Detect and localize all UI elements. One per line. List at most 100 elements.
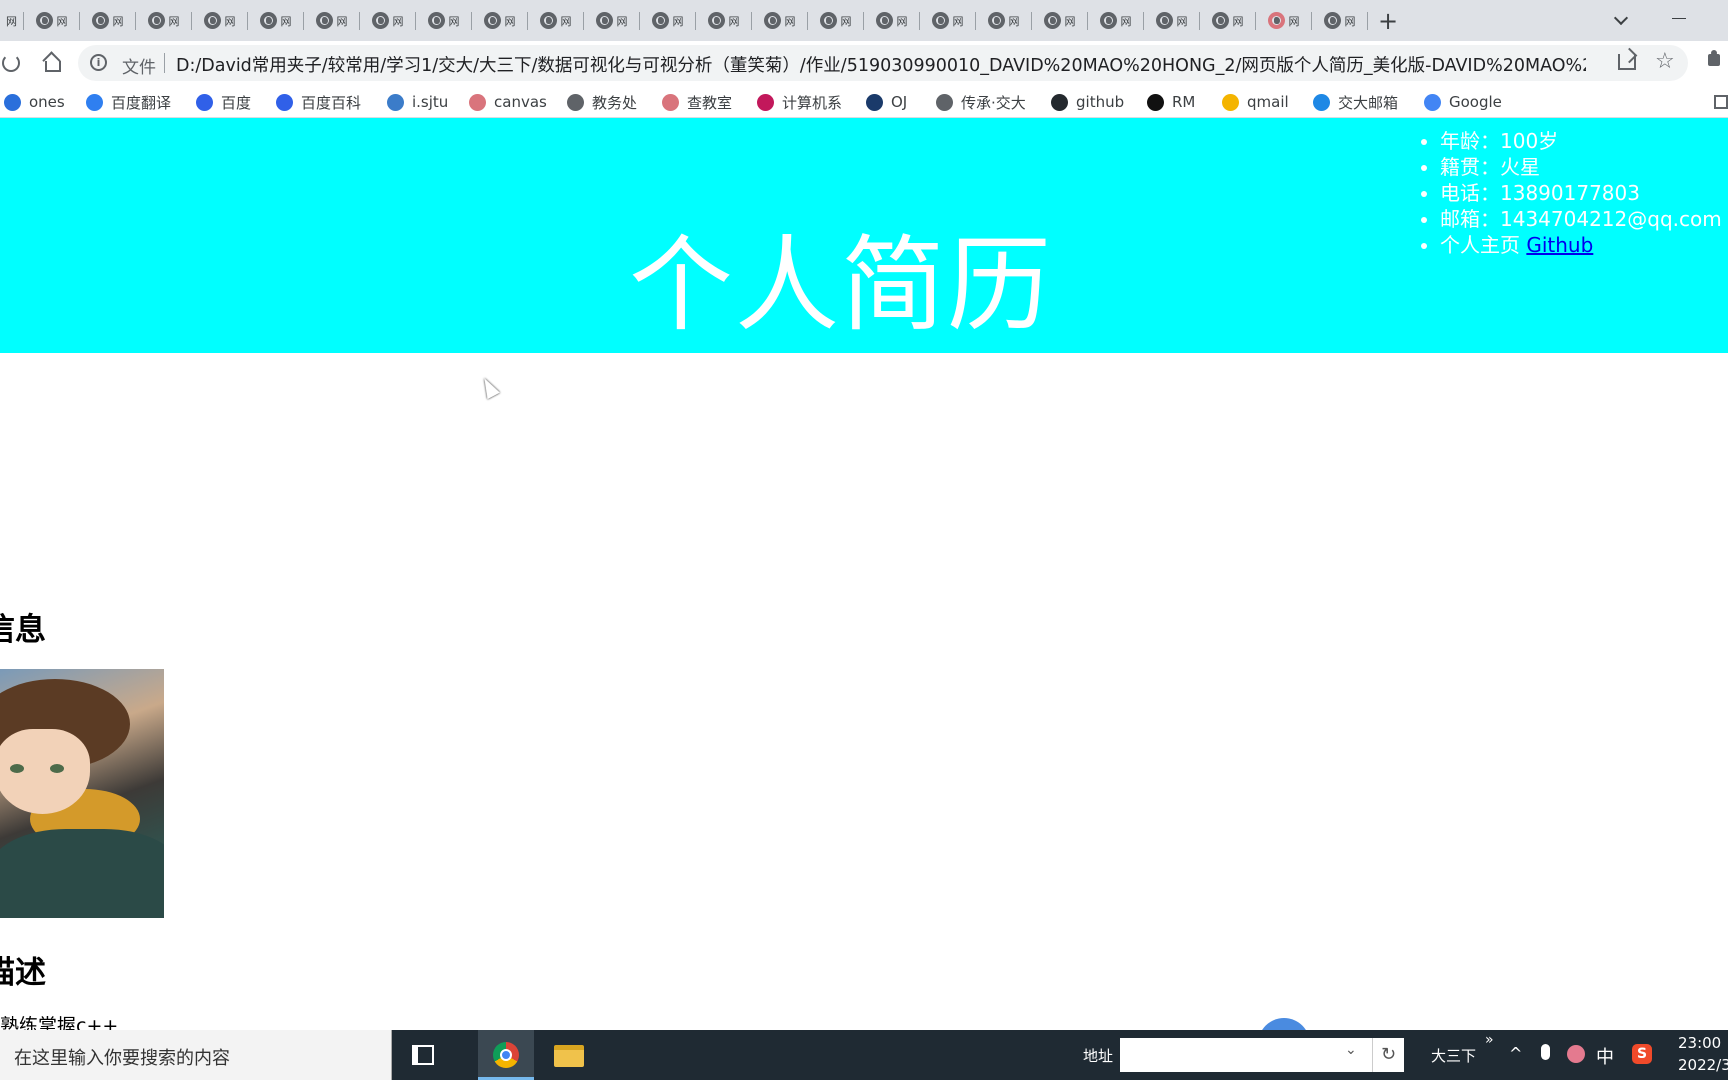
url-text[interactable]: D:/David常用夹子/较常用/学习1/交大/大三下/数据可视化与可视分析（董…: [176, 52, 1586, 77]
globe-icon: [315, 12, 333, 29]
home-icon[interactable]: [42, 53, 61, 72]
browser-tab[interactable]: 网: [192, 0, 248, 41]
tab-title: 网: [728, 14, 740, 28]
browser-tab[interactable]: 网: [136, 0, 192, 41]
avatar-eye: [10, 764, 24, 773]
reload-icon[interactable]: [2, 54, 20, 72]
browser-tab[interactable]: 网: [1256, 0, 1312, 41]
ime-skin-icon[interactable]: [1567, 1045, 1585, 1063]
site-favicon-icon: [1267, 12, 1285, 29]
bookmark-label: i.sjtu: [412, 93, 449, 111]
browser-tab[interactable]: 网: [808, 0, 864, 41]
globe-icon: [819, 12, 837, 29]
browser-tab[interactable]: 网: [920, 0, 976, 41]
globe-icon: [1211, 12, 1229, 29]
all-bookmarks-icon[interactable]: [1714, 95, 1728, 109]
tab-title: 网: [560, 14, 572, 28]
address-toolbar-label: 地址: [1083, 1047, 1114, 1065]
github-link[interactable]: Github: [1526, 233, 1593, 257]
taskbar-search-box[interactable]: 在这里输入你要搜索的内容: [0, 1030, 392, 1080]
taskbar-chrome-button[interactable]: [478, 1030, 534, 1080]
minimize-window-icon[interactable]: [1672, 18, 1686, 19]
tab-title: 网: [168, 14, 180, 28]
bookmark-item[interactable]: Google: [1424, 91, 1502, 113]
browser-tab[interactable]: 网: [80, 0, 136, 41]
address-toolbar-input[interactable]: [1120, 1038, 1372, 1072]
browser-tab[interactable]: 网: [584, 0, 640, 41]
bookmark-item[interactable]: ones: [4, 91, 65, 113]
browser-tab[interactable]: 网: [1032, 0, 1088, 41]
extensions-icon[interactable]: [1706, 50, 1724, 68]
browser-tab[interactable]: 网: [248, 0, 304, 41]
browser-tab[interactable]: 网: [1200, 0, 1256, 41]
bookmark-favicon-icon: [469, 93, 486, 111]
tab-title: 网: [448, 14, 460, 28]
share-icon[interactable]: [1618, 54, 1636, 70]
microphone-icon[interactable]: [1541, 1044, 1550, 1060]
browser-tab[interactable]: 网: [1088, 0, 1144, 41]
browser-tab[interactable]: 网: [976, 0, 1032, 41]
sogou-ime-icon[interactable]: S: [1632, 1044, 1652, 1064]
bookmark-item[interactable]: OJ: [866, 91, 907, 113]
browser-tab[interactable]: 网: [472, 0, 528, 41]
tab-title: 网: [56, 14, 68, 28]
bookmark-item[interactable]: canvas: [469, 91, 547, 113]
bookmark-item[interactable]: 传承·交大: [936, 91, 1026, 113]
browser-tab[interactable]: 网: [360, 0, 416, 41]
bookmark-star-icon[interactable]: ☆: [1655, 49, 1675, 74]
tab-title: 网: [1064, 14, 1076, 28]
browser-tab[interactable]: 网: [528, 0, 584, 41]
bookmark-favicon-icon: [1424, 93, 1441, 111]
tab-title: 网: [1344, 14, 1356, 28]
floating-assistant-icon[interactable]: [1258, 1018, 1310, 1030]
bookmark-label: Google: [1449, 93, 1502, 111]
tab-title: 网: [840, 14, 852, 28]
browser-tab[interactable]: 网: [1312, 0, 1368, 41]
bookmark-item[interactable]: 百度翻译: [86, 91, 171, 113]
bookmark-favicon-icon: [276, 93, 293, 111]
browser-tab[interactable]: 网: [752, 0, 808, 41]
resume-banner: 个人简历 年龄：100岁 籍贯：火星 电话：13890177803 邮箱：143…: [0, 118, 1728, 353]
bookmark-item[interactable]: 教务处: [567, 91, 637, 113]
globe-icon: [539, 12, 557, 29]
bookmark-item[interactable]: qmail: [1222, 91, 1289, 113]
system-clock[interactable]: 23:00 2022/3: [1678, 1032, 1728, 1076]
globe-icon: [427, 12, 445, 29]
chevron-down-icon[interactable]: ⌄: [1345, 1042, 1357, 1058]
bookmark-item[interactable]: i.sjtu: [387, 91, 448, 113]
browser-tab[interactable]: 网: [24, 0, 80, 41]
toolbar-more-icon[interactable]: »: [1485, 1032, 1494, 1048]
tab-search-dropdown-icon[interactable]: [1612, 10, 1632, 30]
info-age: 年龄：100岁: [1440, 128, 1728, 154]
bookmark-item[interactable]: 计算机系: [757, 91, 842, 113]
address-bar[interactable]: i 文件 D:/David常用夹子/较常用/学习1/交大/大三下/数据可视化与可…: [78, 45, 1688, 81]
info-icon[interactable]: i: [90, 54, 107, 71]
refresh-icon[interactable]: ↻: [1372, 1038, 1404, 1072]
tab-title: 网: [1120, 14, 1132, 28]
browser-tab[interactable]: 网: [304, 0, 360, 41]
new-tab-button[interactable]: +: [1368, 0, 1408, 41]
bookmark-item[interactable]: 百度: [196, 91, 251, 113]
bookmark-item[interactable]: 百度百科: [276, 91, 361, 113]
bookmark-item[interactable]: github: [1051, 91, 1124, 113]
browser-tab[interactable]: 网: [416, 0, 472, 41]
bookmark-item[interactable]: 查教室: [662, 91, 732, 113]
bookmark-label: canvas: [494, 93, 547, 111]
browser-tab[interactable]: 网: [0, 0, 24, 41]
task-view-icon[interactable]: [412, 1045, 434, 1065]
bookmark-item[interactable]: 交大邮箱: [1313, 91, 1398, 113]
tab-title: 网: [1008, 14, 1020, 28]
file-explorer-icon[interactable]: [554, 1045, 584, 1067]
bookmark-label: 百度百科: [301, 93, 362, 112]
browser-tab[interactable]: 网: [696, 0, 752, 41]
bookmark-item[interactable]: RM: [1147, 91, 1195, 113]
bookmark-favicon-icon: [866, 93, 883, 111]
bookmark-favicon-icon: [1313, 93, 1330, 111]
browser-tab[interactable]: 网: [1144, 0, 1200, 41]
ime-mode-indicator[interactable]: 中: [1596, 1043, 1614, 1069]
globe-icon: [371, 12, 389, 29]
browser-tab[interactable]: 网: [864, 0, 920, 41]
folder-toolbar-label[interactable]: 大三下: [1431, 1045, 1476, 1066]
tray-expand-icon[interactable]: ^: [1509, 1044, 1522, 1063]
browser-tab[interactable]: 网: [640, 0, 696, 41]
